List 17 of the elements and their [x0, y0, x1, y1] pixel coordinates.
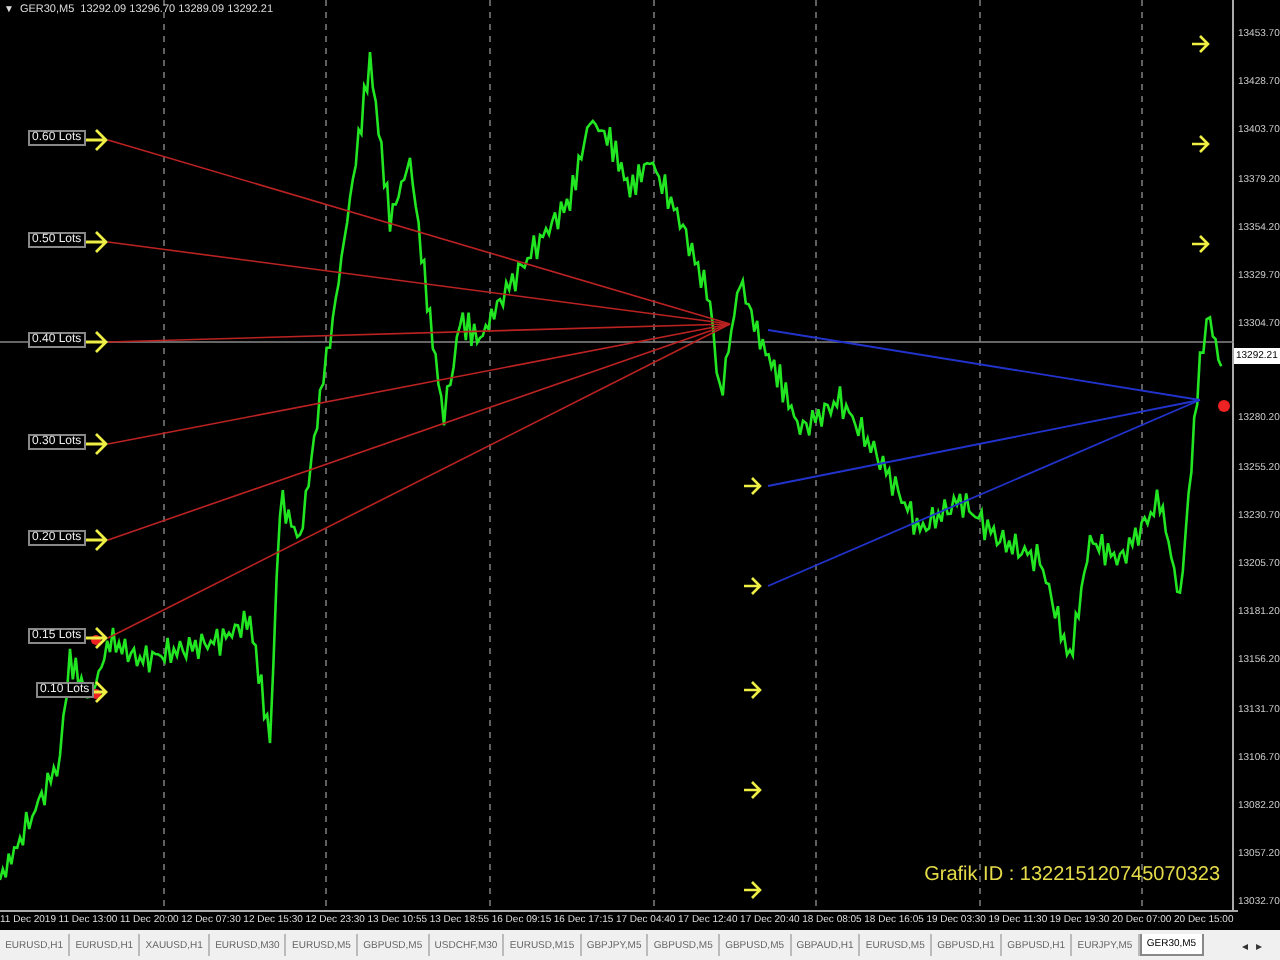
arrow-icon — [742, 880, 762, 900]
arrow-icon — [742, 576, 762, 596]
grafik-id-label: Grafik ID : 132215120745070323 — [924, 864, 1220, 886]
marker-dot — [1218, 400, 1230, 412]
arrow-icon — [84, 432, 108, 456]
arrow-icon — [84, 528, 108, 552]
arrow-icon — [84, 128, 108, 152]
arrow-icon — [1190, 34, 1210, 54]
arrow-icon — [84, 626, 108, 650]
marker-dot — [91, 635, 101, 645]
arrow-icon — [742, 476, 762, 496]
arrow-icon — [1190, 134, 1210, 154]
arrow-icon — [84, 330, 108, 354]
arrow-icon — [1190, 234, 1210, 254]
arrow-icon — [84, 230, 108, 254]
arrow-icon — [742, 780, 762, 800]
arrow-icon — [742, 680, 762, 700]
